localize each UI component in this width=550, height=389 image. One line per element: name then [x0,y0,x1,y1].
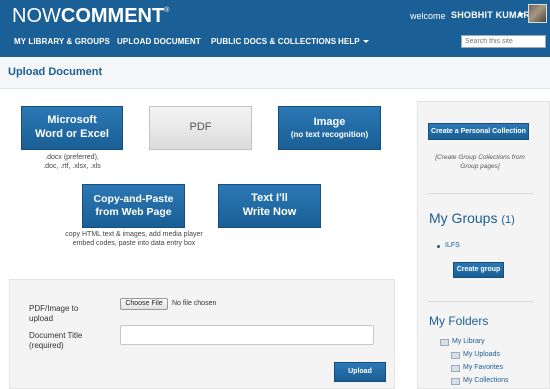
avatar[interactable] [528,4,547,23]
groups-count: (1) [501,214,515,226]
write-text-label-2: Write Now [242,206,297,218]
my-groups-heading: My Groups (1) [429,210,515,226]
write-text-label-1: Text I'll [251,192,288,205]
nav-public-docs-collections[interactable]: PUBLIC DOCS & COLLECTIONS [211,37,336,46]
image-label-2: (no text recognition) [290,129,369,139]
folder-icon [451,352,460,359]
choose-file-button[interactable]: Choose File [120,298,168,310]
nav-my-library-groups[interactable]: MY LIBRARY & GROUPS [14,37,110,46]
group-item-ilfs[interactable]: ILFS [445,242,460,249]
document-title-label: Document Title (required) [29,331,83,350]
folder-icon [440,339,449,346]
page-title: Upload Document [8,66,103,78]
nav-help-label: HELP [338,37,360,46]
copy-paste-label-1: Copy-and-Paste [93,192,174,205]
file-label: PDF/Image to upload [29,304,79,323]
folder-my-uploads[interactable]: My Uploads [463,351,500,358]
folder-my-favorites[interactable]: My Favorites [463,364,503,371]
image-label-1: Image [313,116,346,129]
pdf-label: PDF [189,121,212,134]
document-title-input[interactable] [120,325,374,345]
chevron-down-icon [362,40,369,43]
pdf-button[interactable]: PDF [149,106,252,150]
word-excel-label-2: Word or Excel [35,128,109,140]
welcome-text: welcome [410,11,446,21]
chevron-down-icon[interactable] [518,13,524,17]
copy-paste-hint: copy HTML text & images, add media playe… [65,231,203,248]
copy-paste-label-2: from Web Page [95,206,172,218]
group-collections-note: [Create Group Collections from Group pag… [435,154,525,171]
my-folders-heading: My Folders [429,314,489,328]
file-status: No file chosen [172,300,217,307]
bullet-icon [437,245,440,248]
nav-help[interactable]: HELP [338,37,369,46]
folder-my-collections[interactable]: My Collections [463,377,509,384]
nowcomment-logo[interactable]: NOWCOMMENT® [12,5,169,28]
copy-paste-button[interactable]: Copy-and-Paste from Web Page [82,184,185,228]
upload-button[interactable]: Upload [334,362,386,382]
nav-upload-document[interactable]: UPLOAD DOCUMENT [117,37,201,46]
image-button[interactable]: Image (no text recognition) [278,106,381,150]
word-excel-hint: .docx (preferred), .doc, .rtf, .xlsx, .x… [43,154,101,171]
folder-icon [451,378,460,385]
folder-icon [451,365,460,372]
word-excel-button[interactable]: Microsoft Word or Excel [21,106,123,150]
create-group-button[interactable]: Create group [453,262,504,278]
divider [428,301,533,302]
write-text-button[interactable]: Text I'll Write Now [218,184,321,228]
word-excel-label-1: Microsoft [47,114,97,127]
folder-my-library[interactable]: My Library [452,338,485,345]
search-input[interactable] [461,35,546,48]
create-collection-button[interactable]: Create a Personal Collection [428,123,529,140]
divider [428,193,533,194]
